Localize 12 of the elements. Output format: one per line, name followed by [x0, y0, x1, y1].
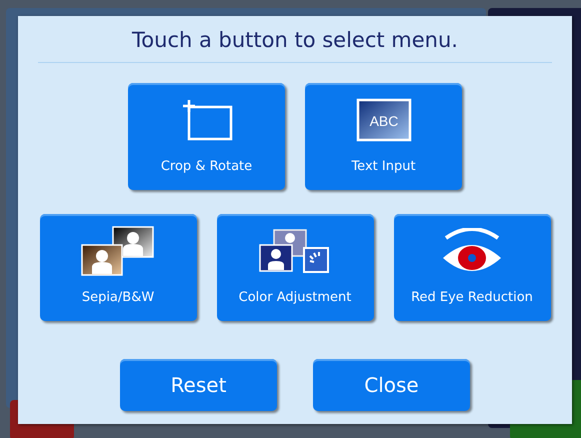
menu-button[interactable]: Crop & Rotate: [128, 83, 285, 190]
portrait-adjust-icon: [258, 228, 332, 274]
menu-button[interactable]: ABC Text Input: [305, 83, 462, 190]
menu-button[interactable]: Sepia/B&W: [40, 214, 196, 321]
menu-button[interactable]: Color Adjustment: [216, 214, 374, 321]
dialog-title: Touch a button to select menu.: [132, 27, 458, 54]
dialog-button[interactable]: Reset: [120, 359, 277, 411]
crop-frame-icon: [180, 99, 232, 141]
portrait-photos-icon: [80, 226, 156, 276]
menu-button[interactable]: Red Eye Reduction: [394, 214, 550, 321]
dialog-button[interactable]: Close: [313, 359, 470, 411]
icon-text: ABC: [369, 113, 398, 129]
